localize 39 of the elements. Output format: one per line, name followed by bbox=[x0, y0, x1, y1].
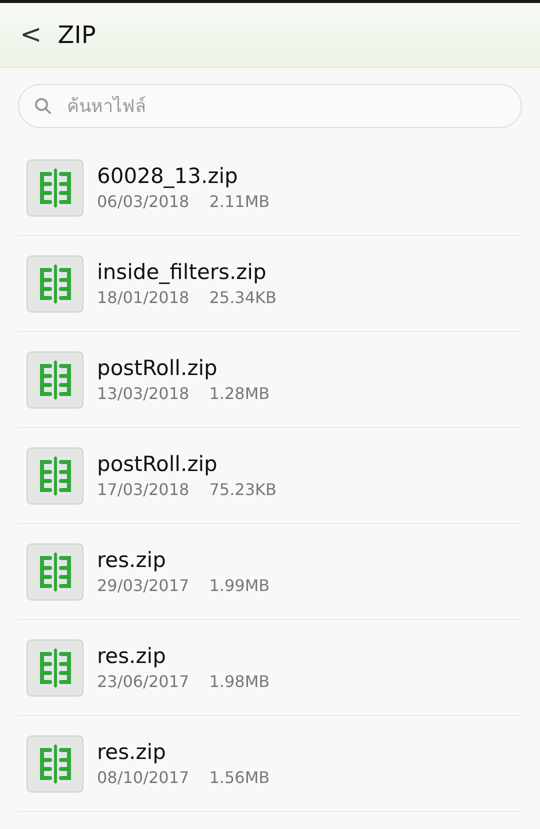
file-row[interactable]: res.zip 08/10/2017 1.56MB bbox=[18, 716, 522, 812]
zip-file-icon bbox=[26, 734, 84, 792]
file-name: postRoll.zip bbox=[97, 450, 218, 478]
file-date: 18/01/2018 bbox=[97, 286, 190, 308]
file-date: 08/10/2017 bbox=[97, 766, 190, 788]
file-name: res.zip bbox=[97, 546, 167, 574]
file-size: 1.99MB bbox=[209, 574, 270, 596]
file-date: 06/03/2018 bbox=[97, 190, 190, 212]
file-size: 1.56MB bbox=[209, 766, 270, 788]
file-date: 29/03/2017 bbox=[97, 574, 190, 596]
zip-file-icon bbox=[26, 638, 84, 696]
search-field[interactable]: ค้นหาไฟล์ bbox=[18, 84, 522, 128]
file-date: 13/03/2018 bbox=[97, 382, 190, 404]
file-row[interactable]: postRoll.zip 13/03/2018 1.28MB bbox=[18, 332, 522, 428]
file-row[interactable]: res.zip 23/06/2017 1.98MB bbox=[18, 620, 522, 716]
file-name: res.zip bbox=[97, 642, 167, 670]
file-size: 1.98MB bbox=[209, 670, 270, 692]
search-icon bbox=[34, 97, 52, 115]
zip-file-icon bbox=[26, 254, 84, 312]
zip-file-icon bbox=[26, 350, 84, 408]
screen-title: ZIP bbox=[58, 20, 96, 51]
file-row[interactable]: inside_filters.zip 18/01/2018 25.34KB bbox=[18, 236, 522, 332]
zip-file-icon bbox=[26, 446, 84, 504]
file-size: 75.23KB bbox=[209, 478, 276, 500]
file-size: 25.34KB bbox=[209, 286, 276, 308]
file-date: 23/06/2017 bbox=[97, 670, 190, 692]
file-date: 17/03/2018 bbox=[97, 478, 190, 500]
file-name: postRoll.zip bbox=[97, 354, 218, 382]
back-button[interactable]: < bbox=[16, 22, 46, 48]
zip-file-icon bbox=[26, 158, 84, 216]
file-size: 1.28MB bbox=[209, 382, 270, 404]
file-name: inside_filters.zip bbox=[97, 258, 268, 286]
file-name: res.zip bbox=[97, 738, 167, 766]
file-name: 60028_13.zip bbox=[97, 162, 239, 190]
file-row[interactable]: 60028_13.zip 06/03/2018 2.11MB bbox=[18, 140, 522, 236]
zip-file-icon bbox=[26, 542, 84, 600]
file-row[interactable]: res.zip 29/03/2017 1.99MB bbox=[18, 524, 522, 620]
file-size: 2.11MB bbox=[209, 190, 270, 212]
file-row[interactable]: postRoll.zip 17/03/2018 75.23KB bbox=[18, 428, 522, 524]
